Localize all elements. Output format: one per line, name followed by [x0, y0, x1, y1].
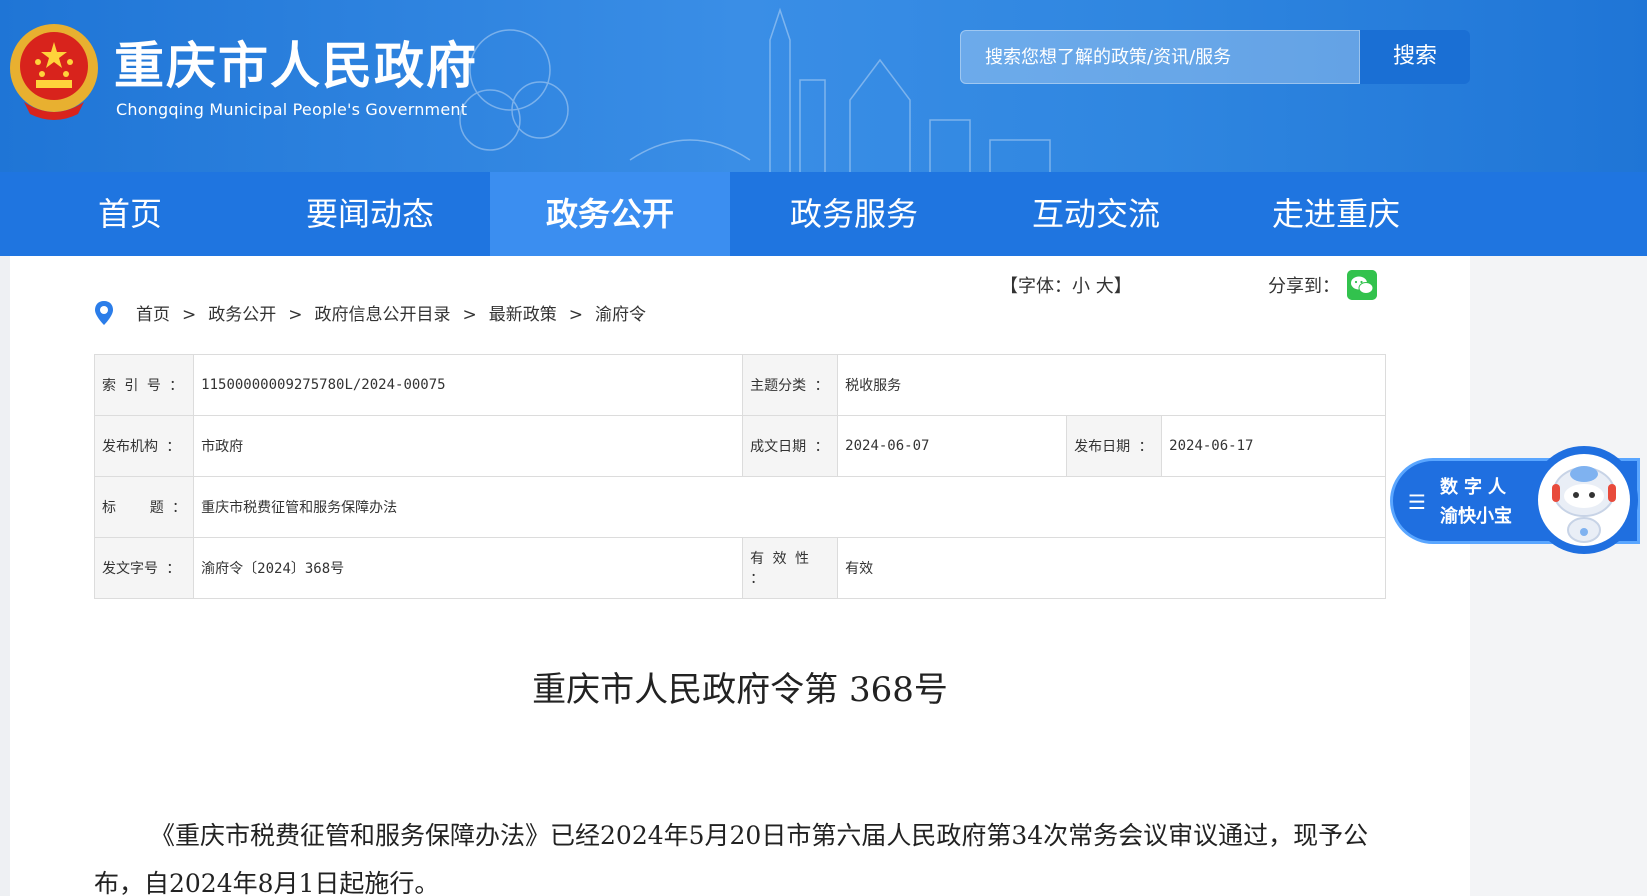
- nav-item-about-chongqing[interactable]: 走进重庆: [1272, 172, 1400, 256]
- nav-item-interaction[interactable]: 互动交流: [1032, 172, 1160, 256]
- search-input[interactable]: 搜索您想了解的政策/资讯/服务: [960, 30, 1360, 84]
- breadcrumb-home[interactable]: 首页: [136, 300, 170, 325]
- breadcrumb-current[interactable]: 渝府令: [595, 300, 646, 325]
- title-label: 标 题 ：: [93, 476, 195, 538]
- index-value: 11500000009275780L/2024-00075: [193, 354, 744, 416]
- font-size-control[interactable]: 【字体：小 大】: [1000, 272, 1132, 298]
- assistant-label-2: 渝快小宝: [1440, 506, 1512, 527]
- written-date-label: 成文日期 ：: [742, 415, 839, 477]
- publisher-value: 市政府: [193, 415, 744, 477]
- nav-item-home[interactable]: 首页: [98, 172, 162, 256]
- topic-value: 税收服务: [837, 354, 1386, 416]
- publisher-label: 发布机构 ：: [93, 415, 195, 477]
- national-emblem-icon: [10, 24, 98, 120]
- topic-label: 主题分类 ：: [742, 354, 839, 416]
- breadcrumb-gov-affairs[interactable]: 政务公开: [208, 300, 276, 325]
- site-title: 重庆市人民政府: [114, 37, 478, 95]
- validity-value: 有效: [837, 537, 1386, 599]
- table-row: 发文字号 ： 渝府令〔2024〕368号 有 效 性 ： 有效: [93, 537, 1386, 599]
- menu-icon[interactable]: ☰: [1408, 490, 1430, 514]
- table-row: 标 题 ： 重庆市税费征管和服务保障办法: [93, 476, 1386, 538]
- assistant-label-1: 数字人: [1440, 477, 1512, 498]
- document-heading: 重庆市人民政府令第 368号: [532, 670, 948, 710]
- table-row: 发布机构 ： 市政府 成文日期 ： 2024-06-07 发布日期 ： 2024…: [93, 415, 1386, 477]
- table-row: 索 引 号 ： 11500000009275780L/2024-00075 主题…: [93, 354, 1386, 416]
- site-subtitle: Chongqing Municipal People's Government: [116, 100, 468, 119]
- site-header: 重庆市人民政府 Chongqing Municipal People's Gov…: [0, 0, 1647, 172]
- breadcrumb-separator: >: [568, 305, 583, 325]
- breadcrumb-latest-policy[interactable]: 最新政策: [489, 300, 557, 325]
- written-date-value: 2024-06-07: [837, 415, 1068, 477]
- document-info-table: 索 引 号 ： 11500000009275780L/2024-00075 主题…: [93, 354, 1386, 599]
- document-paragraph: 《重庆市税费征管和服务保障办法》已经2024年5月20日市第六届人民政府第34次…: [94, 821, 1369, 896]
- release-date-label: 发布日期 ：: [1066, 415, 1163, 477]
- nav-item-news[interactable]: 要闻动态: [306, 172, 434, 256]
- release-date-value: 2024-06-17: [1161, 415, 1386, 477]
- validity-label: 有 效 性 ：: [742, 537, 839, 599]
- doc-number-value: 渝府令〔2024〕368号: [193, 537, 744, 599]
- city-skyline-decoration: [459, 7, 1051, 172]
- main-nav: 首页 要闻动态 政务公开 政务服务 互动交流 走进重庆: [0, 172, 1647, 256]
- breadcrumb: 首页 > 政务公开 > 政府信息公开目录 > 最新政策 > 渝府令: [136, 300, 646, 325]
- breadcrumb-separator: >: [182, 305, 197, 325]
- breadcrumb-separator: >: [462, 305, 477, 325]
- title-value: 重庆市税费征管和服务保障办法: [193, 476, 1386, 538]
- share-label: 分享到：: [1268, 276, 1340, 297]
- nav-item-gov-affairs[interactable]: 政务公开: [490, 172, 730, 256]
- breadcrumb-catalog[interactable]: 政府信息公开目录: [315, 300, 451, 325]
- robot-avatar-icon[interactable]: [1528, 444, 1640, 556]
- right-margin: [1470, 256, 1647, 896]
- doc-number-label: 发文字号 ：: [93, 537, 195, 599]
- nav-item-gov-services[interactable]: 政务服务: [790, 172, 918, 256]
- breadcrumb-separator: >: [288, 305, 303, 325]
- location-pin-icon: [95, 301, 113, 325]
- index-label: 索 引 号 ：: [93, 354, 195, 416]
- search-button[interactable]: 搜索: [1360, 30, 1470, 84]
- wechat-icon[interactable]: [1347, 270, 1377, 300]
